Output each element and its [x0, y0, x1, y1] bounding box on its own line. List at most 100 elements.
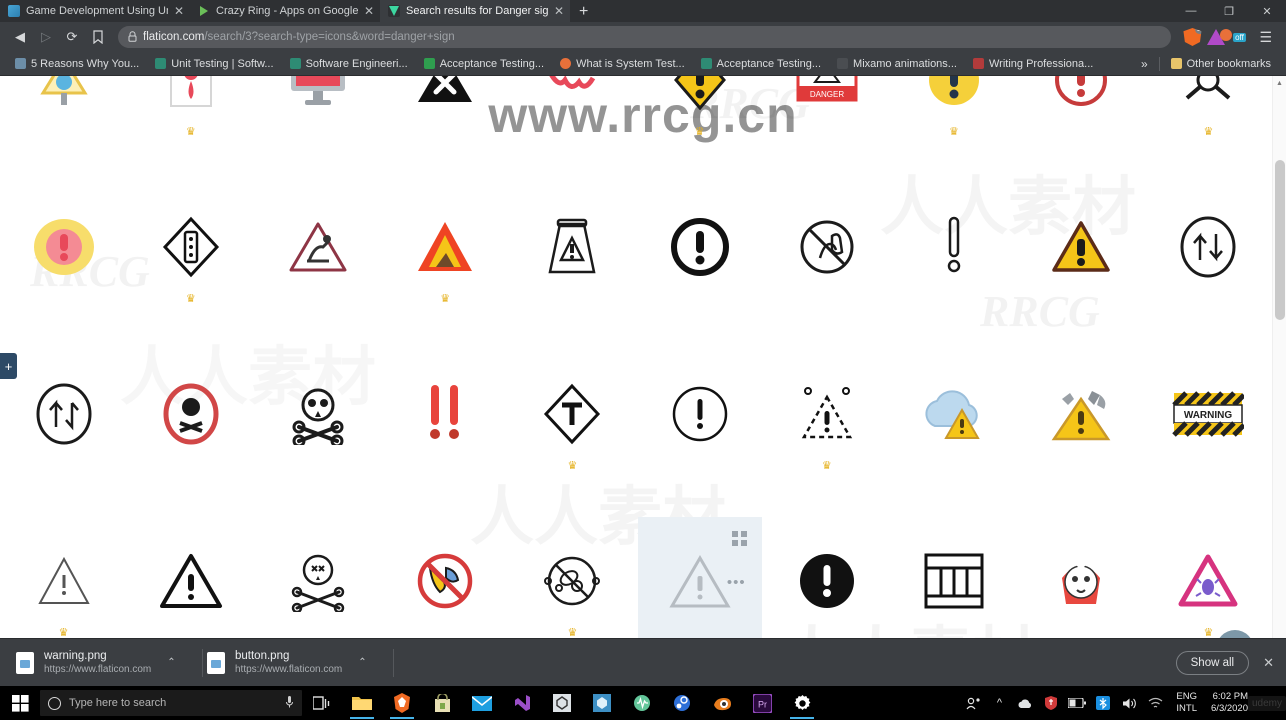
page-scrollbar[interactable]: ▲ [1272, 76, 1286, 686]
onedrive-icon[interactable] [1012, 686, 1038, 720]
maximize-button[interactable]: ❐ [1210, 0, 1248, 22]
language-indicator[interactable]: ENG INTL [1168, 691, 1205, 715]
icon-options-button[interactable]: ••• [727, 575, 746, 590]
settings-icon[interactable] [782, 686, 822, 720]
tab-flaticon[interactable]: Search results for Danger sign - Fl ✕ [380, 0, 570, 22]
store-icon[interactable] [422, 686, 462, 720]
bookmark-item-1[interactable]: Unit Testing | Softw... [148, 54, 280, 74]
icon-cell[interactable] [256, 517, 380, 645]
icon-cell[interactable] [892, 350, 1016, 478]
close-icon[interactable]: ✕ [174, 5, 184, 17]
download-item-warning[interactable]: warning.png https://www.flaticon.com ⌃ [12, 645, 202, 681]
audacity-icon[interactable] [622, 686, 662, 720]
icon-cell[interactable] [765, 517, 889, 645]
bookmark-item-7[interactable]: Writing Professiona... [966, 54, 1100, 74]
icon-cell[interactable]: ♛ [638, 76, 762, 144]
premiere-pro-icon[interactable]: Pr [742, 686, 782, 720]
download-item-button[interactable]: button.png https://www.flaticon.com ⌃ [203, 645, 393, 681]
brave-browser-icon[interactable] [382, 686, 422, 720]
icon-cell[interactable] [129, 517, 253, 645]
browser-menu-icon[interactable]: ☰ [1253, 29, 1278, 46]
chevron-up-icon[interactable]: ^ [986, 686, 1012, 720]
scroll-up-arrow[interactable]: ▲ [1273, 76, 1286, 90]
unity-hub-icon[interactable] [542, 686, 582, 720]
bookmark-item-0[interactable]: 5 Reasons Why You... [8, 54, 146, 74]
bookmark-icon[interactable] [86, 25, 110, 49]
icon-cell[interactable] [129, 350, 253, 478]
unity-editor-icon[interactable] [582, 686, 622, 720]
microphone-icon[interactable] [285, 695, 294, 711]
mail-icon[interactable] [462, 686, 502, 720]
icon-cell[interactable] [383, 350, 507, 478]
icon-cell[interactable] [256, 183, 380, 311]
other-bookmarks-button[interactable]: Other bookmarks [1164, 54, 1278, 74]
icon-cell[interactable] [2, 76, 126, 144]
steam-icon[interactable] [662, 686, 702, 720]
icon-cell[interactable]: ALERT [510, 76, 634, 144]
icon-cell[interactable] [2, 350, 126, 478]
icon-cell[interactable] [1146, 183, 1270, 311]
wifi-icon[interactable] [1142, 686, 1168, 720]
icon-cell[interactable] [2, 183, 126, 311]
bookmark-item-3[interactable]: Acceptance Testing... [417, 54, 551, 74]
show-all-downloads-button[interactable]: Show all [1175, 650, 1250, 675]
icon-cell[interactable]: ♛ [510, 517, 634, 645]
icon-cell[interactable] [892, 183, 1016, 311]
icon-cell[interactable] [256, 350, 380, 478]
start-icon[interactable] [0, 686, 40, 720]
icon-cell[interactable] [638, 183, 762, 311]
icon-cell[interactable] [638, 350, 762, 478]
reload-icon[interactable]: ⟳ [60, 25, 84, 49]
icon-cell[interactable] [1019, 76, 1143, 144]
scrollbar-thumb[interactable] [1275, 160, 1285, 320]
icon-cell[interactable]: ♛ [765, 350, 889, 478]
chevron-up-icon[interactable]: ⌃ [167, 657, 175, 668]
brave-shields-icon[interactable]: 19 [1183, 28, 1202, 46]
icon-cell[interactable] [1019, 517, 1143, 645]
bookmark-item-5[interactable]: Acceptance Testing... [694, 54, 828, 74]
close-shelf-icon[interactable]: ✕ [1263, 655, 1274, 671]
bookmark-item-6[interactable]: Mixamo animations... [830, 54, 964, 74]
volume-icon[interactable] [1116, 686, 1142, 720]
icon-cell[interactable] [510, 183, 634, 311]
icon-cell-hovered[interactable]: ••• [637, 516, 762, 645]
visual-studio-icon[interactable] [502, 686, 542, 720]
icon-cell[interactable]: ♛ [892, 76, 1016, 144]
blender-icon[interactable] [702, 686, 742, 720]
tab-google-play[interactable]: Crazy Ring - Apps on Google Play ✕ [190, 0, 380, 22]
bookmark-item-2[interactable]: Software Engineeri... [283, 54, 415, 74]
close-window-button[interactable]: ✕ [1248, 0, 1286, 22]
icon-cell[interactable]: ♛ [1146, 517, 1270, 645]
multi-select-icon[interactable] [731, 530, 748, 547]
new-tab-button[interactable]: + [570, 2, 597, 22]
bluetooth-icon[interactable] [1090, 686, 1116, 720]
icon-cell[interactable] [383, 76, 507, 144]
address-bar[interactable]: flaticon.com/search/3?search-type=icons&… [118, 26, 1172, 48]
battery-icon[interactable] [1064, 686, 1090, 720]
icon-cell[interactable]: ♛ [1146, 76, 1270, 144]
forward-icon[interactable]: ▷ [34, 25, 58, 49]
people-icon[interactable] [960, 686, 986, 720]
triangle-extension-icon[interactable] [1207, 29, 1233, 45]
minimize-button[interactable]: — [1172, 0, 1210, 22]
add-collection-tab[interactable]: + [0, 353, 17, 379]
close-icon[interactable]: ✕ [554, 5, 564, 17]
icon-cell[interactable] [1019, 350, 1143, 478]
icon-cell[interactable] [1019, 183, 1143, 311]
tab-unity[interactable]: Game Development Using Unity | ✕ [0, 0, 190, 22]
icon-cell[interactable] [892, 517, 1016, 645]
bookmark-item-4[interactable]: What is System Test... [553, 54, 692, 74]
file-explorer-icon[interactable] [342, 686, 382, 720]
icon-cell[interactable]: ♛ [2, 517, 126, 645]
bookmarks-overflow-icon[interactable]: » [1134, 57, 1155, 71]
icon-cell[interactable] [765, 183, 889, 311]
icon-cell[interactable]: DANGER [765, 76, 889, 144]
close-icon[interactable]: ✕ [364, 5, 374, 17]
icon-cell[interactable] [383, 517, 507, 645]
back-icon[interactable]: ◀ [8, 25, 32, 49]
notification-icon[interactable]: udemy [1248, 686, 1286, 720]
icon-cell[interactable]: ♛ [510, 350, 634, 478]
icon-cell[interactable]: WARNING [1146, 350, 1270, 478]
icon-cell[interactable]: ♛ [129, 76, 253, 144]
clock[interactable]: 6:02 PM 6/3/2020 [1205, 691, 1254, 715]
